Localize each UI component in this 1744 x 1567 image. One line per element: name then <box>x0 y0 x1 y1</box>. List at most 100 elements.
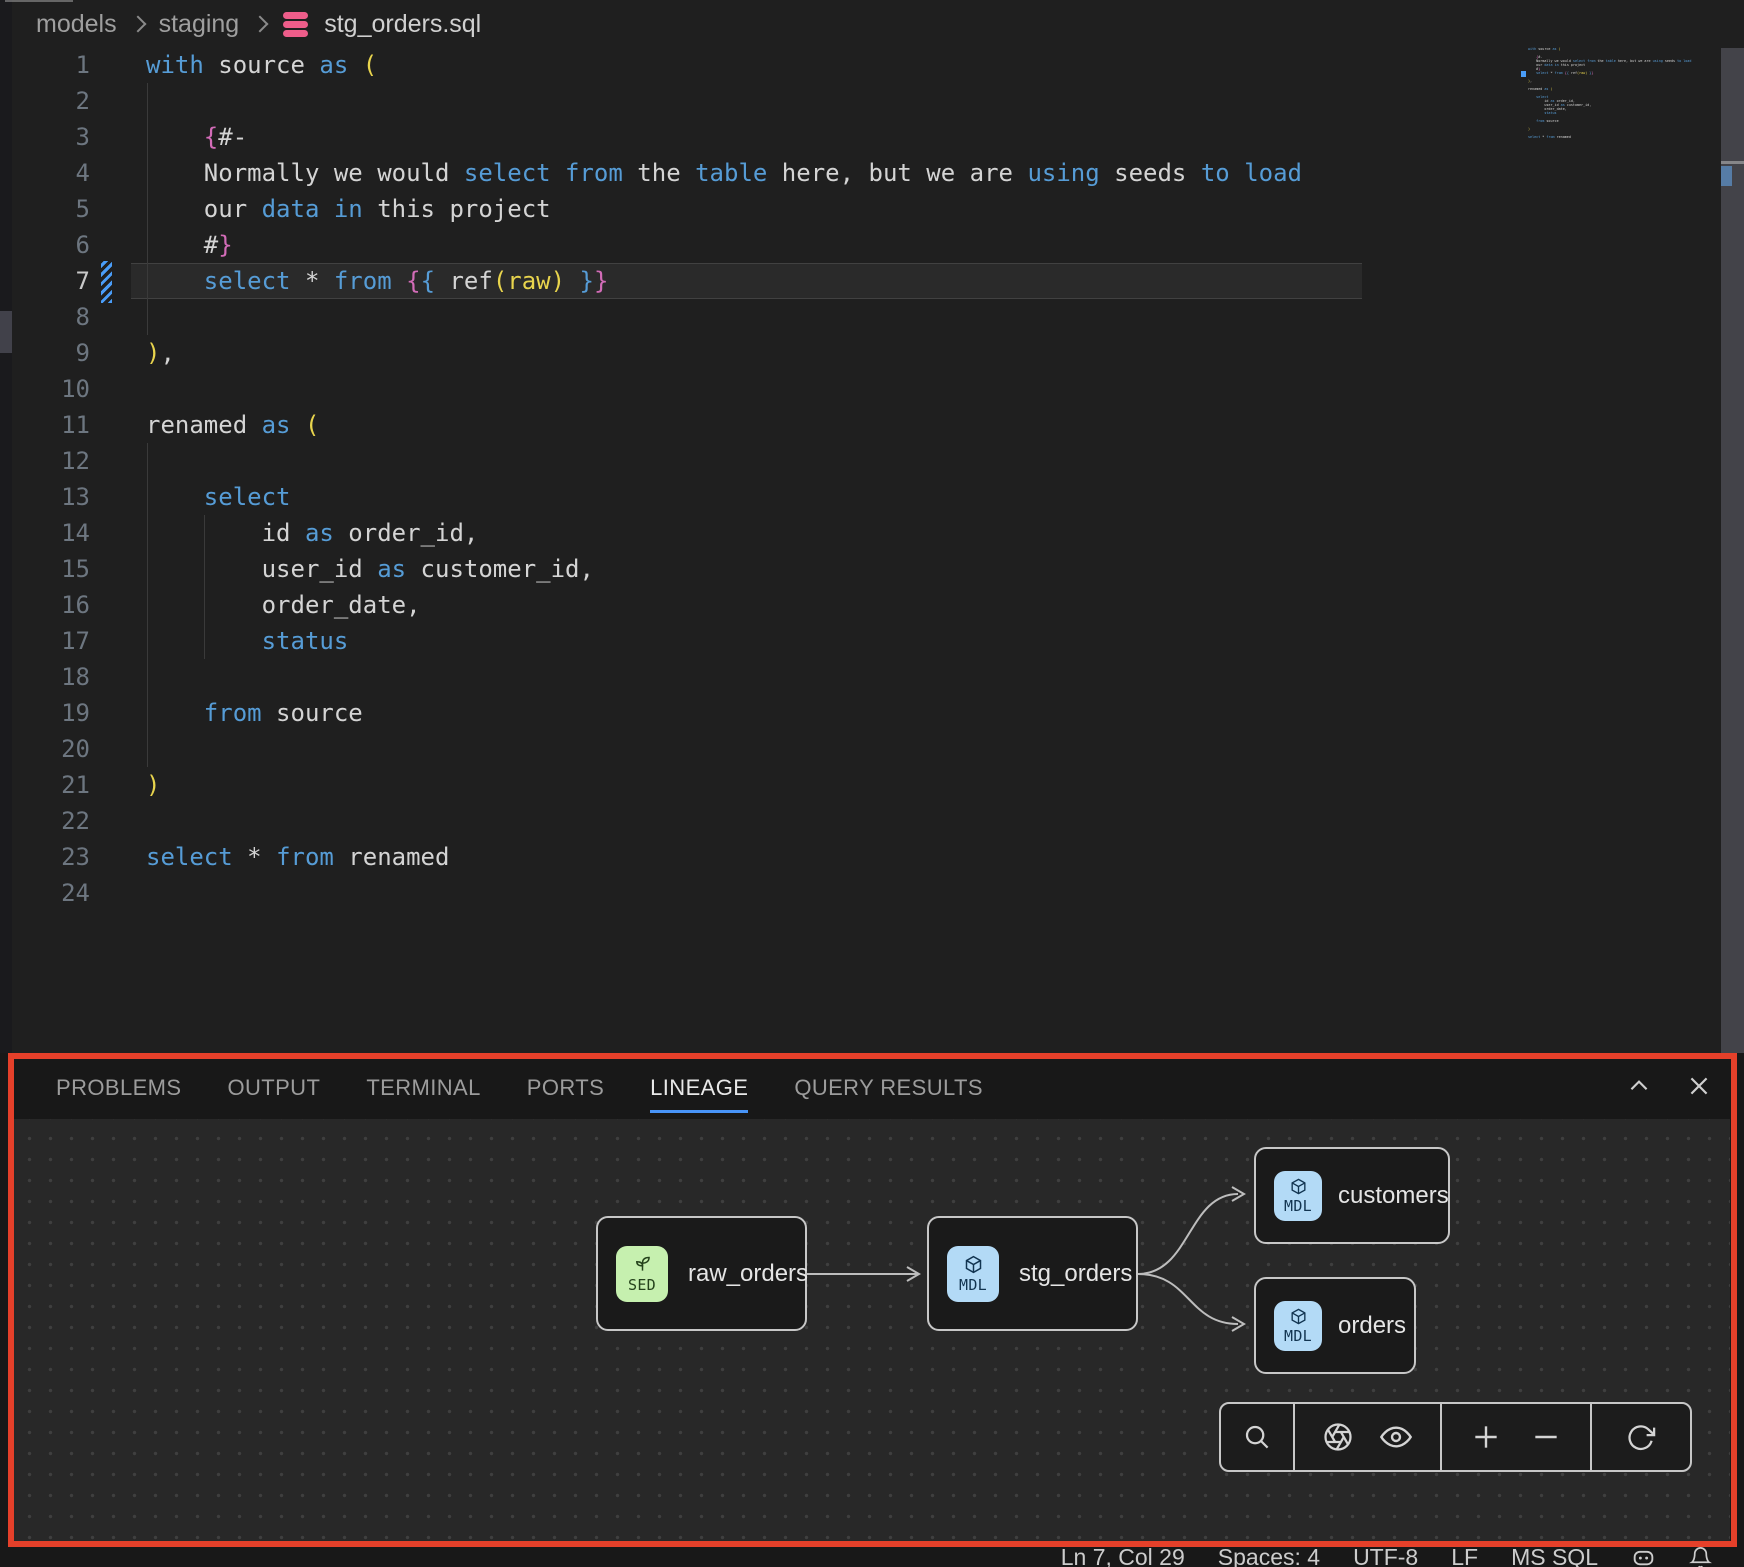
close-panel-button[interactable] <box>1686 1073 1712 1099</box>
code-line[interactable]: from source <box>146 695 1302 731</box>
line-number[interactable]: 4 <box>0 155 90 191</box>
line-number[interactable]: 23 <box>0 839 90 875</box>
code-line[interactable]: renamed as ( <box>146 407 1302 443</box>
line-number[interactable]: 3 <box>0 119 90 155</box>
zoom-out-button[interactable] <box>1530 1421 1562 1453</box>
line-number[interactable]: 19 <box>0 695 90 731</box>
zoom-in-button[interactable] <box>1470 1421 1502 1453</box>
tab-output[interactable]: OUTPUT <box>227 1059 320 1113</box>
breadcrumb-item-staging[interactable]: staging <box>159 10 240 39</box>
line-number[interactable]: 13 <box>0 479 90 515</box>
status-item[interactable]: UTF-8 <box>1353 1547 1418 1567</box>
line-number[interactable]: 14 <box>0 515 90 551</box>
copilot-icon <box>1631 1545 1656 1567</box>
notifications-button[interactable] <box>1689 1546 1712 1567</box>
tab-problems[interactable]: PROBLEMS <box>56 1059 181 1113</box>
status-item[interactable]: LF <box>1451 1547 1478 1567</box>
lineage-node-stg-orders[interactable]: MDL stg_orders <box>927 1216 1138 1331</box>
status-item[interactable]: MS SQL <box>1511 1547 1598 1567</box>
code-line[interactable]: ), <box>146 335 1302 371</box>
line-number[interactable]: 17 <box>0 623 90 659</box>
code-line[interactable] <box>146 875 1302 911</box>
visibility-button[interactable] <box>1380 1421 1412 1453</box>
tab-query-results[interactable]: QUERY RESULTS <box>794 1059 983 1113</box>
line-number[interactable]: 22 <box>0 803 90 839</box>
line-number[interactable]: 21 <box>0 767 90 803</box>
line-number[interactable]: 9 <box>0 335 90 371</box>
sprout-icon <box>632 1254 653 1275</box>
editor-scrollbar[interactable] <box>1721 48 1744 1053</box>
code-line[interactable]: select <box>146 479 1302 515</box>
refresh-button[interactable] <box>1626 1422 1656 1452</box>
code-line[interactable]: status <box>146 623 1302 659</box>
code-line[interactable] <box>146 83 1302 119</box>
status-bar: Ln 7, Col 29 Spaces: 4 UTF-8 LF MS SQL <box>0 1547 1744 1567</box>
minimap[interactable]: with source as ( {#- Normally we would s… <box>1528 47 1691 143</box>
line-number[interactable]: 2 <box>0 83 90 119</box>
node-label: stg_orders <box>1019 1260 1132 1288</box>
tab-ports[interactable]: PORTS <box>527 1059 604 1113</box>
line-number[interactable]: 15 <box>0 551 90 587</box>
line-number[interactable]: 7 <box>0 263 90 299</box>
seed-badge: SED <box>616 1246 668 1302</box>
node-label: customers <box>1338 1182 1449 1210</box>
line-number[interactable]: 10 <box>0 371 90 407</box>
lineage-toolbar <box>1219 1402 1692 1472</box>
line-number[interactable]: 5 <box>0 191 90 227</box>
panel-actions <box>1626 1053 1712 1119</box>
search-icon <box>1242 1422 1272 1452</box>
copilot-button[interactable] <box>1631 1545 1656 1567</box>
database-icon <box>283 12 308 37</box>
aperture-button[interactable] <box>1323 1422 1353 1452</box>
code-line[interactable]: {#- <box>146 119 1302 155</box>
line-number-gutter[interactable]: 123456789101112131415161718192021222324 <box>0 47 90 911</box>
line-number[interactable]: 24 <box>0 875 90 911</box>
code-line[interactable]: with source as ( <box>146 47 1302 83</box>
code-line[interactable]: #} <box>146 227 1302 263</box>
tab-terminal[interactable]: TERMINAL <box>366 1059 480 1113</box>
code-line[interactable]: select * from renamed <box>146 839 1302 875</box>
aperture-icon <box>1323 1422 1353 1452</box>
code-editor[interactable]: models staging stg_orders.sql 1234567891… <box>0 0 1744 1053</box>
maximize-panel-button[interactable] <box>1626 1073 1652 1099</box>
lineage-node-customers[interactable]: MDL customers <box>1254 1147 1450 1244</box>
status-item[interactable]: Ln 7, Col 29 <box>1061 1547 1185 1567</box>
code-line[interactable] <box>146 371 1302 407</box>
bottom-panel: PROBLEMS OUTPUT TERMINAL PORTS LINEAGE QUERY … <box>0 1053 1744 1547</box>
line-number[interactable]: 12 <box>0 443 90 479</box>
code-line[interactable]: user_id as customer_id, <box>146 551 1302 587</box>
node-label: orders <box>1338 1312 1406 1340</box>
code-line[interactable]: Normally we would select from the table … <box>146 155 1302 191</box>
code-line[interactable]: id as order_id, <box>146 515 1302 551</box>
code-line[interactable] <box>146 443 1302 479</box>
code-line[interactable]: select * from {{ ref(raw) }} <box>146 263 1302 299</box>
code-content[interactable]: with source as ( {#- Normally we would s… <box>146 47 1302 911</box>
line-number[interactable]: 8 <box>0 299 90 335</box>
search-button[interactable] <box>1242 1422 1272 1452</box>
breadcrumb-item-models[interactable]: models <box>36 10 117 39</box>
node-label: raw_orders <box>688 1260 808 1288</box>
code-line[interactable] <box>146 731 1302 767</box>
code-line[interactable]: our data in this project <box>146 191 1302 227</box>
lineage-node-orders[interactable]: MDL orders <box>1254 1277 1416 1374</box>
code-line[interactable]: ) <box>146 767 1302 803</box>
status-item[interactable]: Spaces: 4 <box>1218 1547 1320 1567</box>
plus-icon <box>1470 1421 1502 1453</box>
line-number[interactable]: 11 <box>0 407 90 443</box>
line-number[interactable]: 6 <box>0 227 90 263</box>
cube-icon <box>1289 1307 1308 1326</box>
breadcrumb-file[interactable]: stg_orders.sql <box>324 10 481 39</box>
code-line[interactable] <box>146 803 1302 839</box>
line-number[interactable]: 20 <box>0 731 90 767</box>
lineage-canvas[interactable]: SED raw_orders MDL stg_orders <box>14 1119 1730 1541</box>
tab-lineage[interactable]: LINEAGE <box>650 1059 748 1113</box>
lineage-node-raw-orders[interactable]: SED raw_orders <box>596 1216 807 1331</box>
line-number[interactable]: 1 <box>0 47 90 83</box>
minimap-modified-marker <box>1521 71 1526 77</box>
breadcrumb: models staging stg_orders.sql <box>36 8 481 40</box>
line-number[interactable]: 16 <box>0 587 90 623</box>
code-line[interactable] <box>146 299 1302 335</box>
code-line[interactable]: order_date, <box>146 587 1302 623</box>
line-number[interactable]: 18 <box>0 659 90 695</box>
code-line[interactable] <box>146 659 1302 695</box>
